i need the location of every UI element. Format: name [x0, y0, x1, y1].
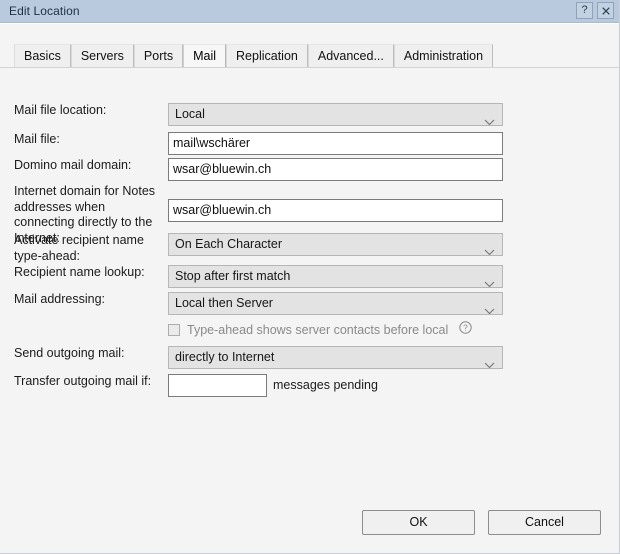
row-send-outgoing-mail: Send outgoing mail: directly to Internet — [0, 346, 619, 369]
row-type-ahead-server-contacts: Type-ahead shows server contacts before … — [0, 321, 619, 339]
field-transfer-outgoing-mail: messages pending — [168, 374, 378, 397]
help-button[interactable]: ? — [576, 2, 593, 19]
recipient-name-lookup-value: Stop after first match — [175, 269, 290, 283]
internet-domain-input[interactable]: wsar@bluewin.ch — [168, 199, 503, 222]
send-outgoing-mail-dropdown[interactable]: directly to Internet — [168, 346, 503, 369]
title-bar-buttons: ? — [576, 2, 614, 19]
tab-advanced[interactable]: Advanced... — [308, 44, 394, 67]
row-recipient-name-lookup: Recipient name lookup: Stop after first … — [0, 265, 619, 288]
row-mail-file: Mail file: mail\wschärer — [0, 132, 619, 155]
row-domino-mail-domain: Domino mail domain: wsar@bluewin.ch — [0, 158, 619, 181]
label-domino-mail-domain: Domino mail domain: — [0, 158, 168, 174]
mail-addressing-dropdown[interactable]: Local then Server — [168, 292, 503, 315]
mail-settings-form: Mail file location: Local Mail file: mai… — [0, 76, 619, 553]
field-mail-addressing: Local then Server — [168, 292, 503, 315]
label-mail-file: Mail file: — [0, 132, 168, 148]
chevron-down-icon — [484, 355, 495, 369]
row-transfer-outgoing-mail: Transfer outgoing mail if: messages pend… — [0, 374, 619, 397]
cancel-button[interactable]: Cancel — [488, 510, 601, 535]
activate-type-ahead-dropdown[interactable]: On Each Character — [168, 233, 503, 256]
tab-ports[interactable]: Ports — [134, 44, 183, 67]
ok-button[interactable]: OK — [362, 510, 475, 535]
edit-location-dialog: Edit Location ? Basics Servers Ports Mai… — [0, 0, 620, 554]
mail-file-location-dropdown[interactable]: Local — [168, 103, 503, 126]
label-recipient-name-lookup: Recipient name lookup: — [0, 265, 168, 281]
close-icon[interactable] — [597, 2, 614, 19]
field-mail-file: mail\wschärer — [168, 132, 503, 155]
row-activate-type-ahead: Activate recipient name type-ahead: On E… — [0, 233, 619, 264]
type-ahead-server-contacts-checkbox[interactable] — [168, 324, 180, 336]
field-send-outgoing-mail: directly to Internet — [168, 346, 503, 369]
field-type-ahead-server-contacts: Type-ahead shows server contacts before … — [168, 321, 472, 339]
activate-type-ahead-value: On Each Character — [175, 237, 282, 251]
row-mail-file-location: Mail file location: Local — [0, 103, 619, 126]
chevron-down-icon — [484, 301, 495, 315]
mail-file-location-value: Local — [175, 107, 205, 121]
tab-strip: Basics Servers Ports Mail Replication Ad… — [0, 42, 619, 68]
tab-administration[interactable]: Administration — [394, 44, 493, 67]
transfer-outgoing-mail-input[interactable] — [168, 374, 267, 397]
field-mail-file-location: Local — [168, 103, 503, 126]
label-mail-addressing: Mail addressing: — [0, 292, 168, 308]
field-recipient-name-lookup: Stop after first match — [168, 265, 503, 288]
label-send-outgoing-mail: Send outgoing mail: — [0, 346, 168, 362]
title-bar: Edit Location ? — [0, 0, 619, 23]
dialog-client-area: Basics Servers Ports Mail Replication Ad… — [0, 23, 619, 553]
label-activate-type-ahead: Activate recipient name type-ahead: — [0, 233, 168, 264]
window-title: Edit Location — [9, 0, 80, 22]
field-internet-domain: wsar@bluewin.ch — [168, 199, 503, 222]
close-glyph — [602, 7, 610, 15]
type-ahead-server-contacts-checkrow[interactable]: Type-ahead shows server contacts before … — [168, 321, 472, 339]
recipient-name-lookup-dropdown[interactable]: Stop after first match — [168, 265, 503, 288]
mail-addressing-value: Local then Server — [175, 296, 273, 310]
send-outgoing-mail-value: directly to Internet — [175, 350, 274, 364]
tab-basics[interactable]: Basics — [14, 44, 71, 67]
field-activate-type-ahead: On Each Character — [168, 233, 503, 256]
dialog-footer: OK Cancel — [362, 510, 601, 535]
tab-mail[interactable]: Mail — [183, 44, 226, 67]
mail-file-input[interactable]: mail\wschärer — [168, 132, 503, 155]
chevron-down-icon — [484, 274, 495, 288]
tab-servers[interactable]: Servers — [71, 44, 134, 67]
row-mail-addressing: Mail addressing: Local then Server — [0, 292, 619, 315]
transfer-outgoing-mail-suffix: messages pending — [273, 374, 378, 397]
chevron-down-icon — [484, 242, 495, 256]
chevron-down-icon — [484, 112, 495, 126]
label-transfer-outgoing-mail: Transfer outgoing mail if: — [0, 374, 168, 390]
help-circle-icon[interactable]: ? — [459, 321, 472, 339]
field-domino-mail-domain: wsar@bluewin.ch — [168, 158, 503, 181]
svg-text:?: ? — [463, 323, 468, 333]
label-mail-file-location: Mail file location: — [0, 103, 168, 119]
type-ahead-server-contacts-label: Type-ahead shows server contacts before … — [187, 323, 448, 337]
tab-replication[interactable]: Replication — [226, 44, 308, 67]
domino-mail-domain-input[interactable]: wsar@bluewin.ch — [168, 158, 503, 181]
